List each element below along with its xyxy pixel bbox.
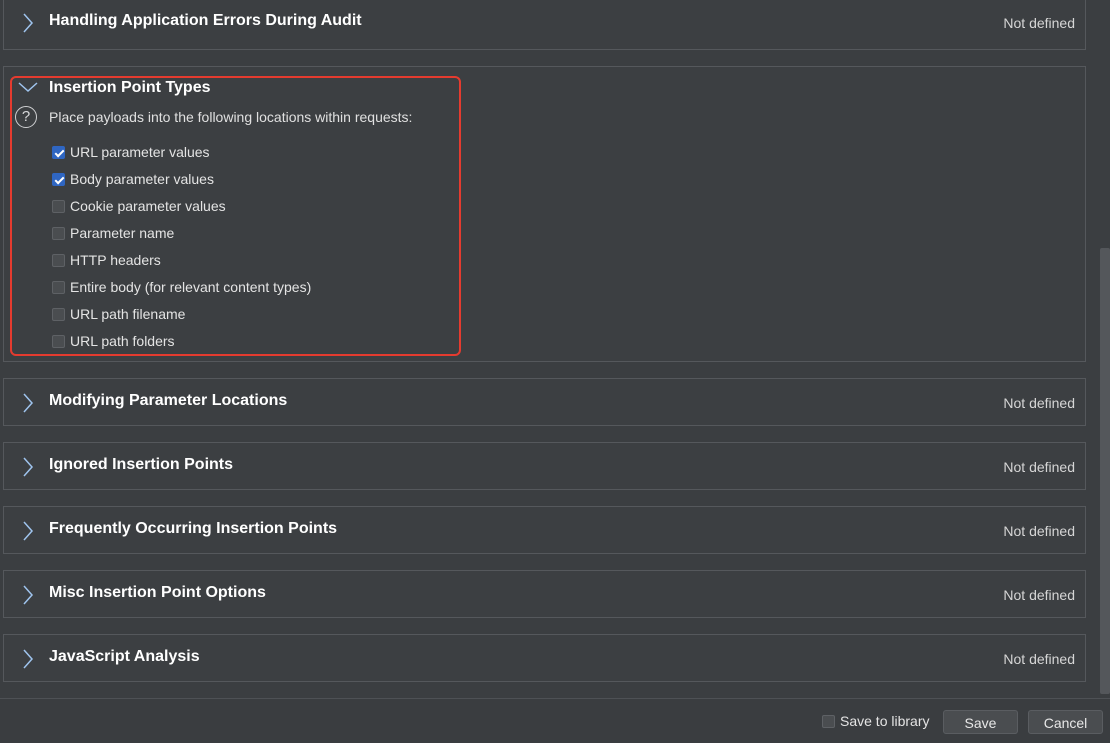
checkbox-url-path-folders[interactable]: URL path folders: [52, 331, 175, 351]
chevron-down-icon[interactable]: [17, 81, 39, 93]
chevron-right-icon[interactable]: [20, 391, 36, 415]
section-title: Insertion Point Types: [49, 79, 211, 96]
checkbox-box[interactable]: [52, 334, 65, 348]
footer-bar: Save to library Save Cancel: [0, 698, 1110, 743]
section-frequently-occurring-insertion-points[interactable]: Frequently Occurring Insertion Points No…: [3, 506, 1086, 554]
save-button[interactable]: Save: [943, 710, 1018, 734]
save-to-library-checkbox[interactable]: Save to library: [822, 713, 929, 729]
section-title: Ignored Insertion Points: [49, 456, 234, 473]
section-title: Modifying Parameter Locations: [49, 392, 288, 409]
vertical-scrollbar[interactable]: [1100, 248, 1110, 694]
checkbox-label: URL parameter values: [70, 144, 210, 160]
checkbox-box[interactable]: [52, 307, 65, 321]
cancel-button[interactable]: Cancel: [1028, 710, 1103, 734]
save-to-library-label: Save to library: [840, 713, 930, 729]
section-title: Frequently Occurring Insertion Points: [49, 520, 338, 537]
chevron-right-icon[interactable]: [20, 11, 36, 35]
checkbox-http-headers[interactable]: HTTP headers: [52, 250, 161, 270]
checkbox-label: Body parameter values: [70, 171, 214, 187]
section-title: Handling Application Errors During Audit: [49, 12, 362, 29]
checkbox-box[interactable]: [52, 280, 65, 294]
checkbox-label: HTTP headers: [70, 252, 161, 268]
section-status: Not defined: [1003, 651, 1075, 667]
checkbox-body-parameter-values[interactable]: Body parameter values: [52, 169, 214, 189]
section-misc-insertion-point-options[interactable]: Misc Insertion Point Options Not defined: [3, 570, 1086, 618]
checkbox-entire-body[interactable]: Entire body (for relevant content types): [52, 277, 311, 297]
section-ignored-insertion-points[interactable]: Ignored Insertion Points Not defined: [3, 442, 1086, 490]
checkbox-box[interactable]: [52, 226, 65, 240]
checkbox-label: Cookie parameter values: [70, 198, 226, 214]
checkbox-cookie-parameter-values[interactable]: Cookie parameter values: [52, 196, 226, 216]
section-modifying-parameter-locations[interactable]: Modifying Parameter Locations Not define…: [3, 378, 1086, 426]
checkbox-parameter-name[interactable]: Parameter name: [52, 223, 174, 243]
help-icon[interactable]: ?: [15, 106, 37, 128]
section-status: Not defined: [1003, 459, 1075, 475]
chevron-right-icon[interactable]: [20, 455, 36, 479]
checkbox-label: Entire body (for relevant content types): [70, 279, 312, 295]
section-status: Not defined: [1003, 395, 1075, 411]
checkbox-box[interactable]: [52, 253, 65, 267]
checkbox-box[interactable]: [52, 199, 65, 213]
section-insertion-point-types: Insertion Point Types ? Place payloads i…: [3, 66, 1086, 362]
checkbox-box[interactable]: [52, 145, 65, 159]
section-title: Misc Insertion Point Options: [49, 584, 266, 601]
section-status: Not defined: [1003, 587, 1075, 603]
chevron-right-icon[interactable]: [20, 647, 36, 671]
section-status: Not defined: [1003, 15, 1075, 31]
checkbox-box[interactable]: [822, 714, 835, 728]
checkbox-url-parameter-values[interactable]: URL parameter values: [52, 142, 210, 162]
section-title: JavaScript Analysis: [49, 648, 200, 665]
section-description: Place payloads into the following locati…: [49, 109, 413, 125]
checkbox-box[interactable]: [52, 172, 65, 186]
checkbox-label: Parameter name: [70, 225, 175, 241]
section-handling-application-errors[interactable]: Handling Application Errors During Audit…: [3, 0, 1086, 50]
checkbox-label: URL path folders: [70, 333, 175, 349]
chevron-right-icon[interactable]: [20, 583, 36, 607]
section-status: Not defined: [1003, 523, 1075, 539]
checkbox-url-path-filename[interactable]: URL path filename: [52, 304, 185, 324]
checkbox-label: URL path filename: [70, 306, 186, 322]
section-javascript-analysis[interactable]: JavaScript Analysis Not defined: [3, 634, 1086, 682]
chevron-right-icon[interactable]: [20, 519, 36, 543]
